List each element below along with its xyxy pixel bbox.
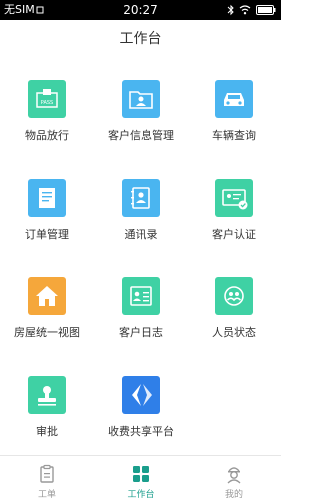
tile-customer-info[interactable]: 客户信息管理	[94, 58, 188, 153]
tab-label: 工单	[37, 490, 56, 500]
grid-icon	[133, 466, 149, 482]
house-icon	[28, 277, 66, 315]
document-icon	[28, 179, 66, 217]
approval-stamp-icon	[28, 376, 66, 414]
page-title: 工作台	[119, 31, 162, 47]
battery-icon	[256, 5, 276, 15]
tile-people-status[interactable]: 人员状态	[187, 255, 281, 350]
tile-label: 客户信息管理	[108, 129, 174, 142]
tile-label: 客户日志	[119, 326, 163, 339]
tile-label: 人员状态	[212, 326, 256, 339]
payment-share-icon	[122, 376, 160, 414]
tile-item-release[interactable]: PASS 物品放行	[0, 58, 94, 153]
tab-label: 我的	[224, 490, 243, 500]
bottom-tab-bar: 工单 工作台 我的	[0, 455, 281, 500]
tab-label: 工作台	[127, 490, 155, 500]
tile-order-management[interactable]: 订单管理	[0, 157, 94, 252]
tile-label: 物品放行	[25, 129, 69, 142]
clipboard-icon	[40, 464, 54, 483]
tab-workbench[interactable]: 工作台	[94, 456, 188, 500]
package-release-icon: PASS	[28, 80, 66, 118]
tile-label: 审批	[36, 425, 58, 438]
car-icon	[215, 80, 253, 118]
tab-mine[interactable]: 我的	[187, 456, 281, 500]
tile-label: 房屋统一视图	[14, 326, 80, 339]
tile-label: 通讯录	[124, 228, 158, 241]
tile-label: 收费共享平台	[108, 425, 174, 438]
tile-label: 订单管理	[25, 228, 69, 241]
tile-payment-share[interactable]: 收费共享平台	[94, 354, 188, 449]
tile-contacts[interactable]: 通讯录	[94, 157, 188, 252]
tab-work-order[interactable]: 工单	[0, 456, 94, 500]
tile-label: 车辆查询	[212, 129, 256, 142]
customer-folder-icon	[122, 80, 160, 118]
tile-customer-log[interactable]: 客户日志	[94, 255, 188, 350]
status-bar: 无SIM 20:27	[0, 0, 281, 20]
people-status-icon	[215, 277, 253, 315]
profile-icon	[227, 467, 241, 484]
tile-vehicle-query[interactable]: 车辆查询	[187, 58, 281, 153]
customer-log-icon	[122, 277, 160, 315]
tile-house-view[interactable]: 房屋统一视图	[0, 255, 94, 350]
wifi-icon	[239, 5, 251, 15]
tile-approval[interactable]: 审批	[0, 354, 94, 449]
contacts-book-icon	[122, 179, 160, 217]
tile-customer-auth[interactable]: 客户认证	[187, 157, 281, 252]
bluetooth-icon	[227, 4, 234, 16]
svg-text:PASS: PASS	[41, 100, 53, 106]
tile-label: 客户认证	[212, 228, 256, 241]
id-card-check-icon	[215, 179, 253, 217]
